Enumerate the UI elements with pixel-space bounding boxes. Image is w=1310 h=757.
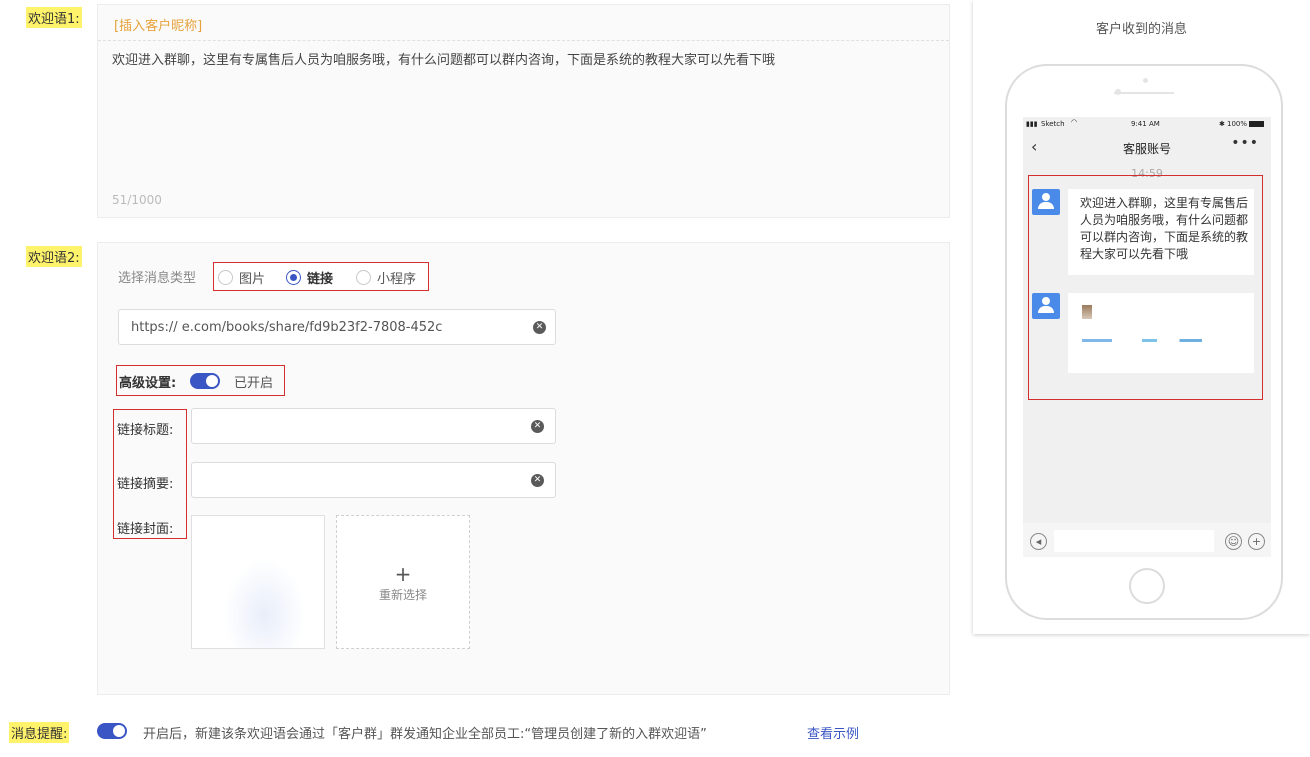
- link-title-input[interactable]: ✕: [191, 408, 556, 444]
- welcome1-text[interactable]: 欢迎进入群聊，这里有专属售后人员为咱服务哦，有什么问题都可以群内咨询，下面是系统…: [112, 49, 775, 68]
- clear-icon[interactable]: ✕: [531, 474, 544, 487]
- link-url-value: https:// e.com/books/share/fd9b23f2-7808…: [131, 320, 443, 335]
- link-cover-image: [191, 515, 325, 649]
- welcome1-label: 欢迎语1:: [26, 7, 82, 28]
- message-type-radio-group: 图片 链接 小程序: [213, 262, 429, 291]
- radio-image[interactable]: 图片: [218, 268, 265, 287]
- radio-checked-icon: [286, 270, 301, 285]
- status-bar: ▮▮▮ Sketch ◠ 9:41 AM ✱ 100%: [1023, 117, 1271, 133]
- link-url-input[interactable]: https:// e.com/books/share/fd9b23f2-7808…: [118, 309, 556, 345]
- link-title-label: 链接标题:: [117, 423, 174, 438]
- clear-icon[interactable]: ✕: [531, 420, 544, 433]
- voice-icon[interactable]: ◂: [1030, 533, 1047, 550]
- link-summary-label: 链接摘要:: [117, 477, 174, 492]
- avatar-icon: [1032, 189, 1060, 215]
- signal-icon: ▮▮▮: [1026, 120, 1038, 128]
- avatar-icon: [1032, 293, 1060, 319]
- advanced-settings-state: 已开启: [234, 376, 274, 391]
- reselect-cover-button[interactable]: + 重新选择: [336, 515, 470, 649]
- chat-nav-bar: ‹ 客服账号 •••: [1023, 133, 1271, 161]
- emoji-icon[interactable]: ☺: [1225, 533, 1242, 550]
- advanced-settings: 高级设置: 已开启: [116, 365, 285, 396]
- view-example-link[interactable]: 查看示例: [807, 723, 859, 742]
- more-icon[interactable]: •••: [1231, 135, 1259, 151]
- message-type-label: 选择消息类型: [118, 271, 197, 286]
- insert-nickname-button[interactable]: [插入客户昵称]: [114, 15, 202, 34]
- link-thumb-icon: [1082, 305, 1092, 319]
- preview-panel: 客户收到的消息 ▮▮▮ Sketch ◠ 9:41 AM ✱ 100% ‹ 客服…: [973, 0, 1310, 634]
- battery-percent: 100%: [1227, 120, 1248, 128]
- reselect-label: 重新选择: [378, 588, 427, 602]
- advanced-settings-toggle[interactable]: [190, 373, 220, 389]
- preview-title: 客户收到的消息: [1095, 22, 1187, 37]
- radio-circle-icon: [356, 270, 371, 285]
- sensor-dot: [1143, 78, 1148, 83]
- link-title-blur: [1082, 339, 1232, 342]
- divider: [98, 40, 949, 41]
- clear-icon[interactable]: ✕: [533, 321, 546, 334]
- welcome2-label: 欢迎语2:: [26, 246, 82, 267]
- welcome1-textarea[interactable]: [插入客户昵称] 欢迎进入群聊，这里有专属售后人员为咱服务哦，有什么问题都可以群…: [97, 4, 950, 218]
- chat-text-field[interactable]: [1054, 530, 1214, 552]
- radio-circle-icon: [218, 270, 233, 285]
- phone-screen: ▮▮▮ Sketch ◠ 9:41 AM ✱ 100% ‹ 客服账号 ••• 1…: [1023, 117, 1271, 557]
- plus-icon: +: [394, 562, 412, 586]
- notify-description: 开启后，新建该条欢迎语会通过「客户群」群发通知企业全部员工:“管理员创建了新的入…: [143, 727, 707, 742]
- advanced-settings-label: 高级设置:: [119, 376, 177, 391]
- welcome2-panel: 选择消息类型 图片 链接 小程序 https:// e.com/books/sh…: [97, 242, 950, 695]
- link-field-labels: 链接标题: 链接摘要: 链接封面:: [113, 409, 187, 539]
- radio-miniprogram[interactable]: 小程序: [356, 268, 416, 287]
- link-summary-input[interactable]: ✕: [191, 462, 556, 498]
- home-button[interactable]: [1129, 568, 1165, 604]
- phone-frame: ▮▮▮ Sketch ◠ 9:41 AM ✱ 100% ‹ 客服账号 ••• 1…: [1005, 64, 1283, 620]
- notify-toggle[interactable]: [97, 723, 127, 739]
- status-time: 9:41 AM: [1131, 120, 1160, 128]
- link-cover-label: 链接封面:: [117, 522, 174, 537]
- chat-input-bar: ◂ ☺ +: [1023, 523, 1271, 557]
- radio-link[interactable]: 链接: [286, 268, 333, 287]
- speaker-grille: [1114, 92, 1174, 94]
- message-bubble-text: 欢迎进入群聊，这里有专属售后人员为咱服务哦，有什么问题都可以群内咨询，下面是系统…: [1068, 189, 1254, 275]
- bluetooth-icon: ✱: [1219, 120, 1225, 128]
- message-bubble-link[interactable]: [1068, 293, 1254, 373]
- char-count: 51/1000: [112, 193, 162, 207]
- plus-circle-icon[interactable]: +: [1248, 533, 1265, 550]
- notify-label: 消息提醒:: [9, 722, 70, 743]
- battery-icon: [1249, 121, 1264, 127]
- chat-messages: 欢迎进入群聊，这里有专属售后人员为咱服务哦，有什么问题都可以群内咨询，下面是系统…: [1028, 175, 1263, 400]
- wifi-icon: ◠: [1071, 118, 1078, 126]
- carrier-name: Sketch: [1041, 120, 1065, 128]
